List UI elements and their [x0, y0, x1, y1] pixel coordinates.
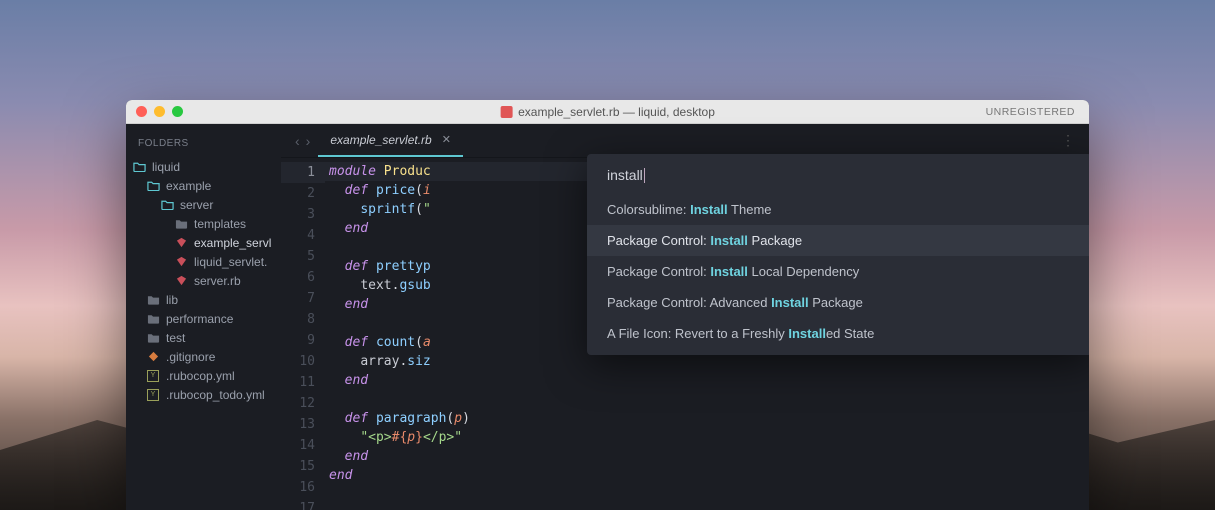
- yaml-icon: Y: [147, 389, 159, 401]
- tree-item-label: server: [180, 198, 213, 212]
- line-number: 10: [281, 351, 325, 372]
- line-number: 11: [281, 372, 325, 393]
- sidebar-item-test[interactable]: test: [126, 328, 281, 347]
- folder-gray-icon: [146, 294, 160, 305]
- line-number: 8: [281, 309, 325, 330]
- folder-gray-icon: [174, 218, 188, 229]
- tab-label: example_servlet.rb: [330, 133, 431, 147]
- command-palette-input[interactable]: install: [607, 164, 1072, 186]
- tree-item-label: .rubocop.yml: [166, 369, 235, 383]
- sidebar-item-example-servl[interactable]: example_servl: [126, 233, 281, 252]
- sidebar: FOLDERS liquid example server templates exam…: [126, 124, 281, 510]
- code-line: end: [325, 447, 1089, 466]
- ruby-file-icon: [500, 106, 512, 118]
- ruby-icon: [174, 237, 188, 248]
- command-palette-item[interactable]: Package Control: Install Local Dependenc…: [587, 256, 1089, 287]
- command-palette-item[interactable]: Colorsublime: Install Theme: [587, 194, 1089, 225]
- tree-item-label: performance: [166, 312, 233, 326]
- minimize-icon[interactable]: [154, 106, 165, 117]
- code-line: def paragraph(p): [325, 409, 1089, 428]
- command-palette-query: install: [607, 167, 643, 183]
- window-title: example_servlet.rb — liquid, desktop: [518, 105, 715, 119]
- sidebar-item-lib[interactable]: lib: [126, 290, 281, 309]
- ruby-icon: [174, 256, 188, 267]
- line-number: 9: [281, 330, 325, 351]
- nav-forward-icon[interactable]: ›: [306, 133, 311, 149]
- text-caret-icon: [644, 168, 645, 183]
- line-number: 15: [281, 456, 325, 477]
- nav-back-icon[interactable]: ‹: [295, 133, 300, 149]
- more-icon[interactable]: ⋮: [1061, 132, 1075, 149]
- tree-item-label: templates: [194, 217, 246, 231]
- line-number: 13: [281, 414, 325, 435]
- code-line: [325, 485, 1089, 504]
- tree-item-label: server.rb: [194, 274, 241, 288]
- line-number: 1: [281, 162, 325, 183]
- titlebar: example_servlet.rb — liquid, desktop UNR…: [126, 100, 1089, 124]
- app-window: example_servlet.rb — liquid, desktop UNR…: [126, 100, 1089, 510]
- editor-pane: ‹ › example_servlet.rb ✕ ⋮ 1234567891011…: [281, 124, 1089, 510]
- line-number: 5: [281, 246, 325, 267]
- sidebar-item-example[interactable]: example: [126, 176, 281, 195]
- tree-item-label: lib: [166, 293, 178, 307]
- line-number: 6: [281, 267, 325, 288]
- line-number: 7: [281, 288, 325, 309]
- tabbar: ‹ › example_servlet.rb ✕ ⋮: [281, 124, 1089, 158]
- command-palette-list: Colorsublime: Install ThemePackage Contr…: [587, 194, 1089, 349]
- sidebar-item--rubocop-yml[interactable]: Y .rubocop.yml: [126, 366, 281, 385]
- tree-item-label: liquid: [152, 160, 180, 174]
- yaml-icon: Y: [147, 370, 159, 382]
- tree-item-label: example_servl: [194, 236, 271, 250]
- command-palette-item[interactable]: Package Control: Install Package: [587, 225, 1089, 256]
- tree-item-label: .rubocop_todo.yml: [166, 388, 265, 402]
- command-palette: install Colorsublime: Install ThemePacka…: [587, 154, 1089, 355]
- line-number: 2: [281, 183, 325, 204]
- code-line: end: [325, 466, 1089, 485]
- line-number: 3: [281, 204, 325, 225]
- folder-gray-icon: [146, 332, 160, 343]
- sidebar-item-server[interactable]: server: [126, 195, 281, 214]
- sidebar-item-performance[interactable]: performance: [126, 309, 281, 328]
- sidebar-item--gitignore[interactable]: .gitignore: [126, 347, 281, 366]
- line-number: 17: [281, 498, 325, 510]
- sidebar-item--rubocop-todo-yml[interactable]: Y .rubocop_todo.yml: [126, 385, 281, 404]
- tree-item-label: liquid_servlet.: [194, 255, 267, 269]
- code-line: "<p>#{p}</p>": [325, 428, 1089, 447]
- tree-item-label: .gitignore: [166, 350, 215, 364]
- line-number: 14: [281, 435, 325, 456]
- folder-icon: [160, 199, 174, 210]
- tree-item-label: test: [166, 331, 185, 345]
- sidebar-item-liquid-servlet-[interactable]: liquid_servlet.: [126, 252, 281, 271]
- command-palette-item[interactable]: Package Control: Advanced Install Packag…: [587, 287, 1089, 318]
- code-line: [325, 390, 1089, 409]
- zoom-icon[interactable]: [172, 106, 183, 117]
- tab-close-icon[interactable]: ✕: [442, 133, 451, 146]
- line-number: 16: [281, 477, 325, 498]
- folder-icon: [146, 180, 160, 191]
- folder-icon: [132, 161, 146, 172]
- ruby-icon: [174, 275, 188, 286]
- line-number: 12: [281, 393, 325, 414]
- code-line: end: [325, 371, 1089, 390]
- tab-active[interactable]: example_servlet.rb ✕: [318, 124, 463, 157]
- command-palette-item[interactable]: A File Icon: Revert to a Freshly Install…: [587, 318, 1089, 349]
- tree-item-label: example: [166, 179, 211, 193]
- unregistered-badge: UNREGISTERED: [986, 106, 1075, 118]
- sidebar-header: FOLDERS: [126, 134, 281, 157]
- close-icon[interactable]: [136, 106, 147, 117]
- line-number: 4: [281, 225, 325, 246]
- folder-tree: liquid example server templates example_serv…: [126, 157, 281, 404]
- line-number-gutter: 123456789101112131415161718: [281, 158, 325, 510]
- sidebar-item-server-rb[interactable]: server.rb: [126, 271, 281, 290]
- sidebar-item-liquid[interactable]: liquid: [126, 157, 281, 176]
- git-icon: [146, 351, 160, 362]
- sidebar-item-templates[interactable]: templates: [126, 214, 281, 233]
- folder-gray-icon: [146, 313, 160, 324]
